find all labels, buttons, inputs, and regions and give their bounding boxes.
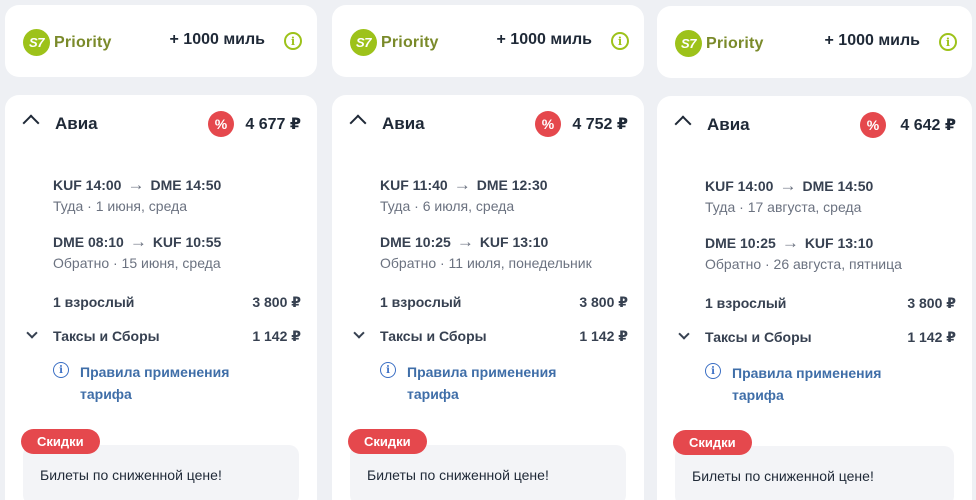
chevron-up-icon[interactable]: [674, 115, 692, 133]
info-icon: i: [380, 362, 396, 378]
section-title[interactable]: Авиа: [55, 114, 98, 134]
departure: KUF 14:00: [705, 178, 774, 194]
outbound-date: Туда · 6 июля, среда: [380, 198, 515, 214]
discount-badge: Скидки: [348, 429, 427, 454]
departure: KUF 11:40: [380, 177, 448, 193]
chevron-down-icon[interactable]: [353, 327, 365, 339]
arrival: DME 14:50: [802, 178, 874, 194]
outbound-route: KUF 11:40 → DME 12:30: [380, 175, 548, 195]
outbound-route: KUF 14:00 → DME 14:50: [705, 176, 873, 196]
miles-bonus: + 1000 миль: [496, 31, 593, 48]
priority-label: Priority: [381, 33, 439, 51]
discount-percent-icon: %: [535, 111, 561, 137]
s7-logo-icon: S7: [350, 29, 377, 56]
s7-logo-icon: S7: [675, 30, 702, 57]
arrow-right-icon: →: [779, 176, 797, 195]
passengers-row: 1 взрослый 3 800 ₽: [380, 294, 628, 311]
outbound-route: KUF 14:00 → DME 14:50: [53, 175, 221, 195]
chevron-down-icon[interactable]: [26, 327, 38, 339]
passengers-price: 3 800 ₽: [252, 294, 301, 310]
flight-card: Авиа % 4 642 ₽ KUF 14:00 → DME 14:50 Туд…: [657, 96, 972, 500]
info-icon[interactable]: i: [611, 32, 629, 50]
inbound-date: Обратно · 11 июля, понедельник: [380, 255, 592, 271]
arrow-right-icon: →: [127, 175, 145, 194]
fare-rules-link[interactable]: Правила применения тарифа: [732, 362, 912, 406]
arrow-right-icon: →: [781, 233, 799, 252]
taxes-price: 1 142 ₽: [907, 329, 956, 345]
discount-text: Билеты по сниженной цене!: [692, 468, 874, 484]
priority-card: S7 Priority + 1000 миль i: [332, 5, 644, 77]
s7-priority-logo: S7 Priority: [350, 29, 439, 56]
inbound-route: DME 10:25 → KUF 13:10: [380, 232, 548, 252]
priority-card: S7 Priority + 1000 миль i: [5, 5, 317, 77]
passengers-row: 1 взрослый 3 800 ₽: [53, 294, 301, 311]
inbound-route: DME 08:10 → KUF 10:55: [53, 232, 221, 252]
total-price: 4 677 ₽: [245, 116, 301, 133]
total-price: 4 752 ₽: [572, 116, 628, 133]
passengers-label: 1 взрослый: [53, 294, 135, 310]
section-title[interactable]: Авиа: [707, 115, 750, 135]
priority-label: Priority: [54, 33, 112, 51]
info-icon: i: [705, 363, 721, 379]
info-icon[interactable]: i: [939, 33, 957, 51]
chevron-up-icon[interactable]: [349, 114, 367, 132]
taxes-price: 1 142 ₽: [252, 328, 301, 344]
fare-rules-link[interactable]: Правила применения тарифа: [80, 361, 260, 405]
chevron-down-icon[interactable]: [678, 328, 690, 340]
taxes-label: Таксы и Сборы: [705, 329, 812, 345]
discount-percent-icon: %: [208, 111, 234, 137]
taxes-price: 1 142 ₽: [579, 328, 628, 344]
departure: DME 10:25: [705, 235, 776, 251]
miles-bonus: + 1000 миль: [824, 32, 921, 49]
total-price: 4 642 ₽: [900, 117, 956, 134]
discount-badge: Скидки: [673, 430, 752, 455]
priority-label: Priority: [706, 34, 764, 52]
arrival: KUF 10:55: [152, 234, 222, 250]
passengers-row: 1 взрослый 3 800 ₽: [705, 295, 956, 312]
s7-logo-icon: S7: [23, 29, 50, 56]
departure: DME 08:10: [53, 234, 124, 250]
outbound-date: Туда · 17 августа, среда: [705, 199, 862, 215]
arrow-right-icon: →: [453, 175, 471, 194]
arrow-right-icon: →: [456, 232, 474, 251]
arrival: KUF 13:10: [804, 235, 874, 251]
departure: DME 10:25: [380, 234, 451, 250]
outbound-date: Туда · 1 июня, среда: [53, 198, 188, 214]
taxes-row[interactable]: Таксы и Сборы 1 142 ₽: [380, 328, 628, 345]
s7-priority-logo: S7 Priority: [23, 29, 112, 56]
flight-card: Авиа % 4 677 ₽ KUF 14:00 → DME 14:50 Туд…: [5, 95, 317, 500]
taxes-label: Таксы и Сборы: [380, 328, 487, 344]
discount-text: Билеты по сниженной цене!: [40, 467, 222, 483]
passengers-label: 1 взрослый: [380, 294, 462, 310]
inbound-date: Обратно · 26 августа, пятница: [705, 256, 902, 272]
inbound-route: DME 10:25 → KUF 13:10: [705, 233, 873, 253]
priority-card: S7 Priority + 1000 миль i: [657, 6, 972, 78]
flight-card: Авиа % 4 752 ₽ KUF 11:40 → DME 12:30 Туд…: [332, 95, 644, 500]
discount-badge: Скидки: [21, 429, 100, 454]
arrow-right-icon: →: [129, 232, 147, 251]
passengers-price: 3 800 ₽: [907, 295, 956, 311]
miles-bonus: + 1000 миль: [169, 31, 266, 48]
arrival: KUF 13:10: [479, 234, 549, 250]
inbound-date: Обратно · 15 июня, среда: [53, 255, 221, 271]
taxes-row[interactable]: Таксы и Сборы 1 142 ₽: [53, 328, 301, 345]
passengers-label: 1 взрослый: [705, 295, 787, 311]
discount-text: Билеты по сниженной цене!: [367, 467, 549, 483]
passengers-price: 3 800 ₽: [579, 294, 628, 310]
arrival: DME 14:50: [150, 177, 222, 193]
fare-rules-link[interactable]: Правила применения тарифа: [407, 361, 587, 405]
taxes-row[interactable]: Таксы и Сборы 1 142 ₽: [705, 329, 956, 346]
info-icon[interactable]: i: [284, 32, 302, 50]
taxes-label: Таксы и Сборы: [53, 328, 160, 344]
chevron-up-icon[interactable]: [22, 114, 40, 132]
info-icon: i: [53, 362, 69, 378]
arrival: DME 12:30: [476, 177, 548, 193]
s7-priority-logo: S7 Priority: [675, 30, 764, 57]
section-title[interactable]: Авиа: [382, 114, 425, 134]
departure: KUF 14:00: [53, 177, 122, 193]
discount-percent-icon: %: [860, 112, 886, 138]
